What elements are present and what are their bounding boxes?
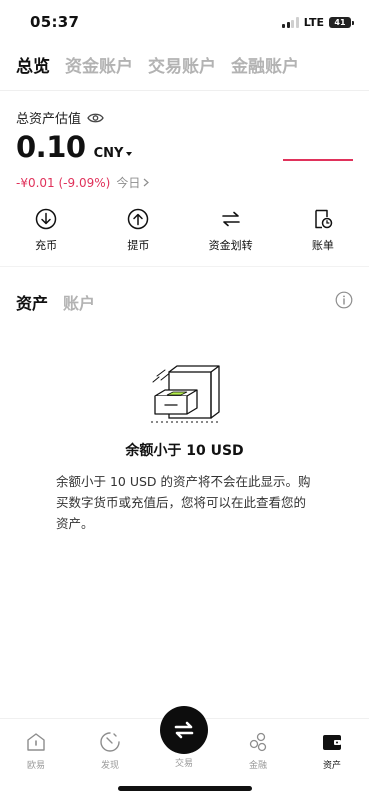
trade-button[interactable] <box>160 706 208 754</box>
tab-accounts[interactable]: 账户 <box>63 290 95 314</box>
network-type: LTE <box>303 16 324 29</box>
bill-label: 账单 <box>311 239 334 252</box>
bill-icon <box>315 209 333 229</box>
wallet-icon <box>323 735 341 750</box>
finance-icon <box>249 732 267 752</box>
battery-icon: 41 <box>329 17 354 28</box>
balance-row: 0.10 CNY <box>16 130 133 164</box>
balance-sparkline <box>283 159 353 161</box>
transfer-button[interactable]: 资金划转 <box>185 208 277 253</box>
info-icon[interactable] <box>335 291 353 309</box>
signal-icon <box>282 17 299 28</box>
nav-finance-label: 金融 <box>248 761 267 771</box>
status-bar: 05:37 LTE 41 <box>0 0 369 44</box>
empty-state-title: 余额小于 10 USD <box>125 443 244 459</box>
withdraw-label: 提币 <box>127 239 150 252</box>
chevron-down-icon <box>126 151 133 156</box>
nav-assets-label: 资产 <box>322 761 341 771</box>
nav-discover-label: 发现 <box>100 761 119 771</box>
tab-funding-account[interactable]: 资金账户 <box>65 52 133 77</box>
home-indicator <box>118 786 252 791</box>
section-divider <box>0 266 369 267</box>
empty-state-description: 余额小于 10 USD 的资产将不会在此显示。购买数字货币或充值后，您将可以在此… <box>56 474 311 531</box>
nav-trade-label: 交易 <box>174 759 193 769</box>
nav-finance[interactable]: 金融 <box>233 731 283 771</box>
tab-assets[interactable]: 资产 <box>16 290 48 314</box>
asset-tabs: 资产 账户 <box>16 290 95 314</box>
currency-label: CNY <box>93 146 124 161</box>
status-indicators: LTE 41 <box>282 16 354 29</box>
discover-icon <box>100 732 120 752</box>
battery-level: 41 <box>334 18 346 27</box>
deposit-icon <box>35 208 57 230</box>
withdraw-icon <box>128 208 149 230</box>
nav-home-label: 欧易 <box>26 761 45 771</box>
home-icon <box>27 733 45 751</box>
tab-trading-account[interactable]: 交易账户 <box>148 52 216 77</box>
pnl-value: -¥0.01 (-9.09%) <box>16 175 111 190</box>
eye-icon[interactable] <box>87 112 104 124</box>
pnl-period: 今日 <box>116 174 150 191</box>
estimate-label-row: 总资产估值 <box>16 108 104 127</box>
trade-icon <box>174 721 194 739</box>
chevron-right-icon <box>143 178 150 187</box>
nav-assets[interactable]: 资产 <box>307 731 357 771</box>
nav-home[interactable]: 欧易 <box>11 731 61 771</box>
status-time: 05:37 <box>30 13 80 31</box>
pnl-row[interactable]: -¥0.01 (-9.09%) 今日 <box>16 174 150 191</box>
tab-finance-account[interactable]: 金融账户 <box>231 52 299 77</box>
tab-overview[interactable]: 总览 <box>16 52 50 77</box>
deposit-label: 充币 <box>35 239 58 252</box>
estimate-label: 总资产估值 <box>16 112 82 127</box>
tabs-divider <box>0 90 369 91</box>
total-balance: 0.10 <box>16 130 86 164</box>
transfer-icon <box>221 211 240 227</box>
deposit-button[interactable]: 充币 <box>0 208 92 253</box>
empty-drawer-illustration <box>151 365 220 423</box>
currency-selector[interactable]: CNY <box>94 146 133 161</box>
nav-discover[interactable]: 发现 <box>85 731 135 771</box>
withdraw-button[interactable]: 提币 <box>92 208 184 253</box>
quick-actions: 充币 提币 资金划转 账单 <box>0 208 369 253</box>
bill-button[interactable]: 账单 <box>277 208 369 253</box>
account-tabs: 总览 资金账户 交易账户 金融账户 <box>16 52 299 77</box>
pnl-period-label: 今日 <box>116 176 141 190</box>
transfer-label: 资金划转 <box>208 239 253 252</box>
